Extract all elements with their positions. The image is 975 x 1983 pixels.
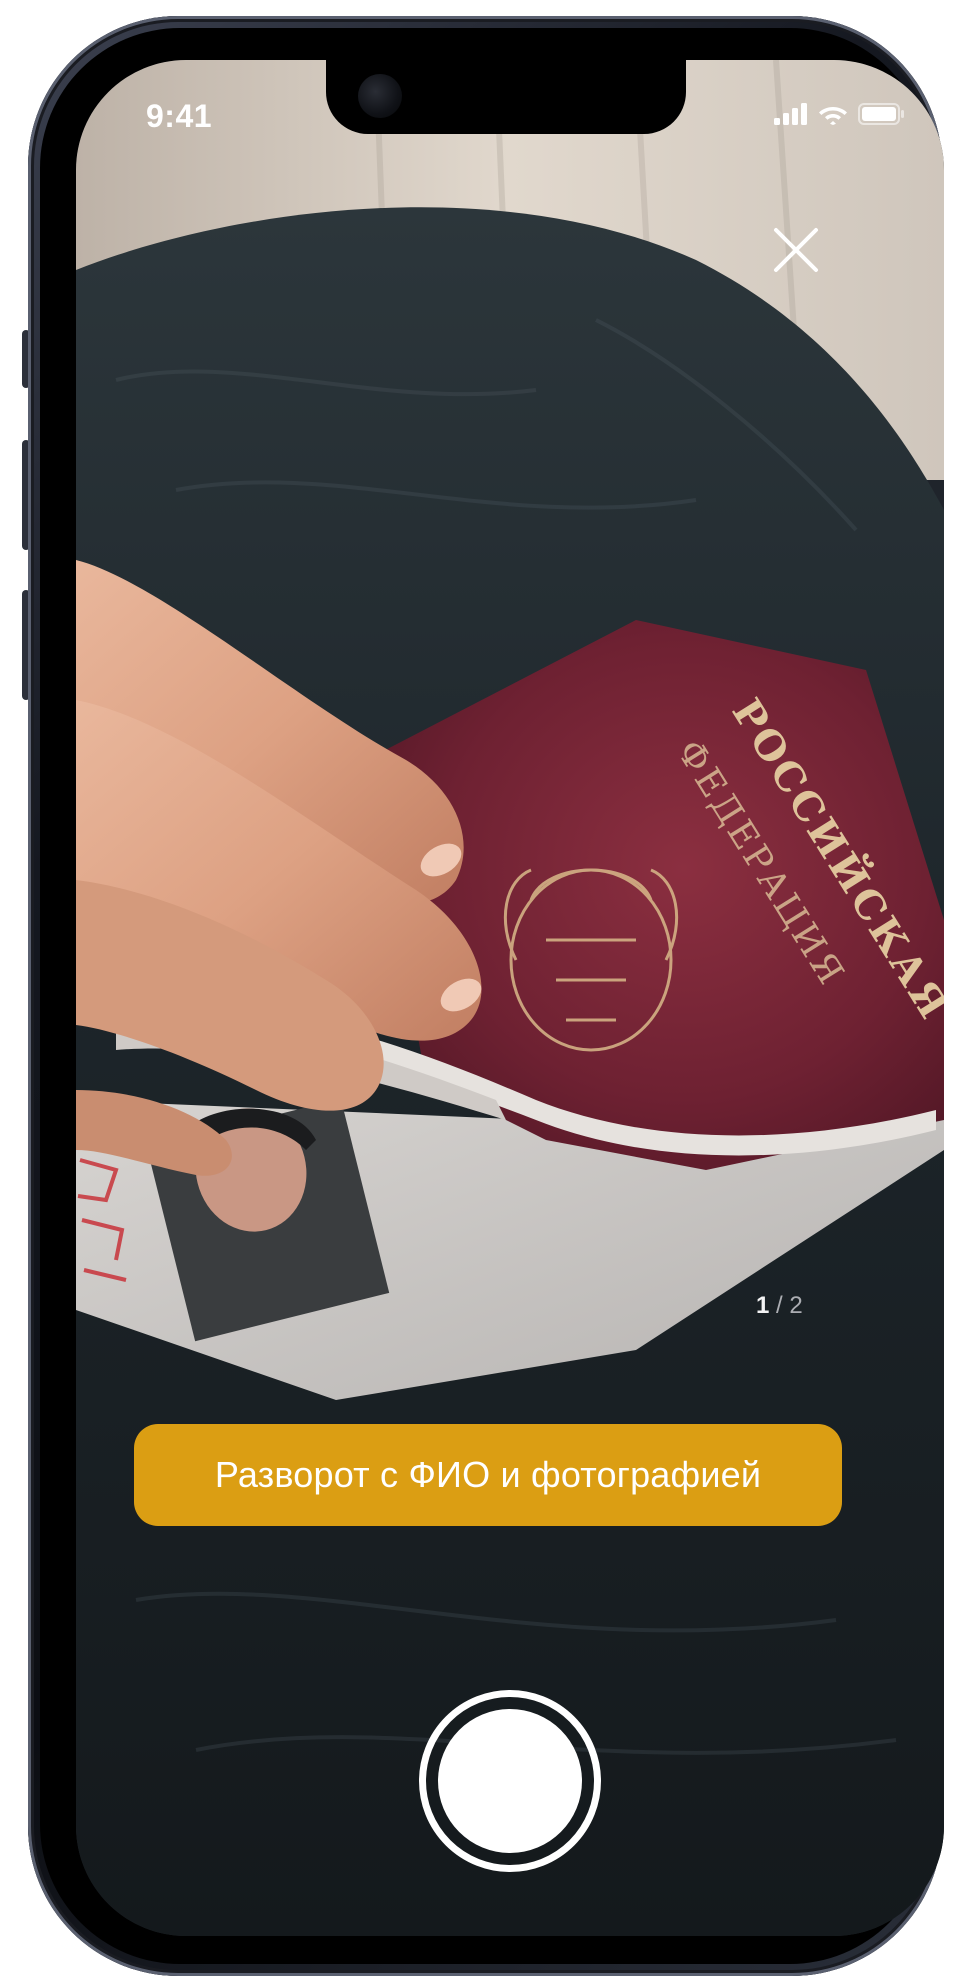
status-bar: 9:41 <box>76 60 944 140</box>
wifi-icon <box>819 107 847 125</box>
notch <box>326 60 686 134</box>
viewfinder-image: РОССИЙСКАЯ ФЕДЕРАЦИЯ <box>76 60 944 1936</box>
camera-viewfinder: РОССИЙСКАЯ ФЕДЕРАЦИЯ <box>76 60 944 1936</box>
hint-text: Разворот с ФИО и фотографией <box>214 1454 762 1495</box>
status-time: 9:41 <box>146 98 213 134</box>
camera-screen: РОССИЙСКАЯ ФЕДЕРАЦИЯ 9:41 1 / 2 Разворот… <box>76 60 944 1936</box>
shutter-icon[interactable] <box>438 1709 582 1853</box>
close-button[interactable] <box>766 220 826 280</box>
page-counter-total: 2 <box>789 1292 803 1319</box>
hint-banner: Разворот с ФИО и фотографией <box>134 1424 842 1526</box>
shutter-button[interactable] <box>419 1690 601 1872</box>
status-icons <box>774 102 904 126</box>
device-mockup: РОССИЙСКАЯ ФЕДЕРАЦИЯ 9:41 1 / 2 Разворот… <box>0 0 975 1983</box>
page-counter-separator: / <box>776 1292 783 1319</box>
front-camera <box>358 74 402 118</box>
page-counter: 1 / 2 <box>756 1292 803 1320</box>
page-counter-current: 1 <box>756 1292 770 1319</box>
battery-icon <box>858 103 904 125</box>
close-icon[interactable] <box>766 220 826 280</box>
cellular-signal-icon <box>774 103 807 125</box>
